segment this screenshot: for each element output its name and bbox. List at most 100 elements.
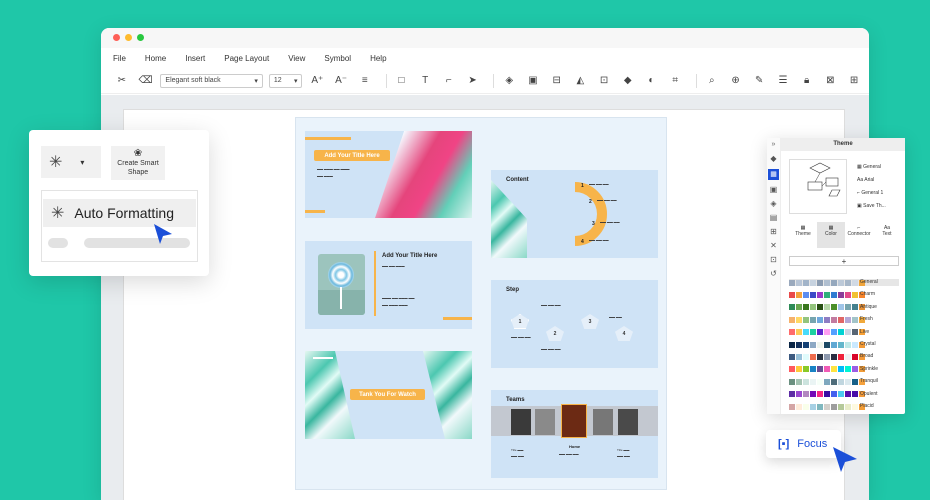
size-icon[interactable]: ⊡ [595,72,613,90]
decrease-font-icon[interactable]: A⁻ [332,72,350,90]
minimize-window-button[interactable] [125,34,132,41]
palette-row-charm[interactable] [789,291,866,298]
align-objects-icon[interactable]: ⊟ [548,72,566,90]
color-swatch [838,366,844,373]
menu-symbol[interactable]: Symbol [324,54,351,63]
palette-row-placid[interactable] [789,403,866,410]
theme-menu-general[interactable]: ▦ General [857,161,886,174]
slide-step[interactable]: Step 1 2 3 4 ▬▬ ▬▬ ▬▬ ▬▬ ▬▬ ▬▬ ▬▬ ▬▬ ▬▬ … [491,280,658,368]
palette-row-crystal[interactable] [789,341,866,348]
history-icon[interactable]: ↺ [767,269,780,278]
spinner-dropdown[interactable]: ✳ ▾ [41,146,101,178]
collapse-icon[interactable]: » [767,141,780,148]
font-family-select[interactable]: Elegant soft black ▾ [160,73,263,88]
slide-content[interactable]: Content 1 2 3 4 ▬▬ ▬▬ ▬▬ ▬▬ ▬▬ ▬▬ ▬▬ ▬▬ … [491,170,658,258]
shape-style-icon[interactable]: ◐ [643,72,661,90]
fill-icon[interactable]: ◆ [619,72,637,90]
flowchart-preview [807,162,841,197]
page-icon[interactable]: ▤ [767,213,780,222]
crop-icon[interactable]: ⌗ [666,72,684,90]
close-box-icon[interactable]: ⊠ [822,72,840,90]
close-window-button[interactable] [113,34,120,41]
layers-icon[interactable]: ◈ [500,72,518,90]
fill-icon[interactable]: ◆ [767,154,780,163]
color-swatch [789,291,795,298]
divider [374,251,376,316]
palette-row-general[interactable] [789,279,899,286]
tab-theme[interactable]: ▦ Theme [789,222,817,248]
color-swatch [831,304,837,311]
palette-row-fresh[interactable] [789,316,866,323]
search-icon[interactable]: ⌕ [703,72,721,90]
tab-color[interactable]: ▦ Color [817,222,845,248]
flip-icon[interactable]: ◭ [571,72,589,90]
theme-menu-general-1[interactable]: ⌐ General 1 [857,187,886,200]
lock-icon[interactable]: 🔒︎ [798,72,816,90]
maximize-window-button[interactable] [137,34,144,41]
theme-menu-save[interactable]: ▣ Save Th... [857,200,886,213]
create-smart-shape-label: Create Smart Shape [117,160,159,176]
more-icon[interactable]: ⊞ [845,72,863,90]
palette-row-broad[interactable] [789,353,866,360]
menu-view[interactable]: View [288,54,305,63]
format-painter-icon[interactable]: ⌫ [137,72,155,90]
color-swatch [831,366,837,373]
line-color-icon[interactable]: ✎ [750,72,768,90]
chevron-down-icon: ▾ [80,157,85,167]
image-icon[interactable]: ▣ [767,185,780,194]
line-style-icon[interactable]: ☰ [774,72,792,90]
palette-row-opulent[interactable] [789,391,866,398]
menu-home[interactable]: Home [145,54,166,63]
slide-title-2[interactable]: Add Your Title Here ▬▬ ▬▬ ▬▬▬ ▬▬▬ ▬▬ ▬▬▬… [305,241,472,329]
theme-menu-arial[interactable]: Aa Arial [857,174,886,187]
layers-icon[interactable]: ◈ [767,199,780,208]
toggle-placeholder [48,238,68,248]
add-color-button[interactable]: + [789,256,899,266]
palette-row-antique[interactable] [789,304,866,311]
tab-text[interactable]: Aa Text [873,222,901,248]
text-icon[interactable]: T [416,72,434,90]
rectangle-icon[interactable]: □ [393,72,411,90]
cut-icon[interactable]: ✂ [113,72,131,90]
pointer-icon[interactable]: ➤ [464,72,482,90]
menu-help[interactable]: Help [370,54,386,63]
palette-row-live[interactable] [789,329,866,336]
slide-text: ▬▬ ▬▬ ▬▬ [589,182,609,186]
menu-page-layout[interactable]: Page Layout [224,54,269,63]
present-icon[interactable]: ⊡ [767,255,780,264]
connector-icon[interactable]: ⌐ [440,72,458,90]
data-icon[interactable]: ⊞ [767,227,780,236]
slide-text: ▬▬ ▬▬ ▬▬▬ [382,264,405,268]
slide-title-1[interactable]: Add Your Title Here ▬▬ ▬▬▬ ▬▬ ▬▬▬ ▬▬ ▬▬▬ [305,131,472,218]
create-smart-shape-button[interactable]: ❀ Create Smart Shape [111,146,165,180]
tab-connector[interactable]: ⌐ Connector [845,222,873,248]
theme-grid-icon[interactable]: ▦ [768,169,779,180]
color-swatch [824,341,830,348]
zoom-page-icon[interactable]: ⊕ [727,72,745,90]
color-swatch [831,279,837,286]
font-size-select[interactable]: 12 ▾ [268,73,303,88]
color-swatch [789,341,795,348]
color-swatch [803,353,809,360]
group-icon[interactable]: ▣ [524,72,542,90]
color-swatch [789,329,795,336]
color-swatch [810,341,816,348]
slide-teams[interactable]: Teams Home Title ▬▬ Title ▬▬ ▬▬ ▬▬ ▬▬ ▬▬… [491,390,658,478]
palette-row-sprinkle[interactable] [789,366,866,373]
slide-thanks[interactable]: Tank You For Watch [305,351,472,439]
team-photo [535,409,555,435]
color-swatch [796,391,802,398]
color-swatch [817,366,823,373]
align-icon[interactable]: ≡ [356,72,374,90]
color-swatch [845,291,851,298]
expand-icon[interactable]: ✕ [767,241,780,250]
palette-row-tranquil[interactable] [789,378,866,385]
color-swatch [845,316,851,323]
slide-text: ▬▬ ▬▬ [511,454,524,458]
menu-insert[interactable]: Insert [185,54,205,63]
menu-file[interactable]: File [113,54,126,63]
increase-font-icon[interactable]: A⁺ [308,72,326,90]
color-swatch [845,366,851,373]
accent-bar [305,137,351,140]
slide-board[interactable]: Add Your Title Here ▬▬ ▬▬▬ ▬▬ ▬▬▬ ▬▬ ▬▬▬… [295,117,667,490]
